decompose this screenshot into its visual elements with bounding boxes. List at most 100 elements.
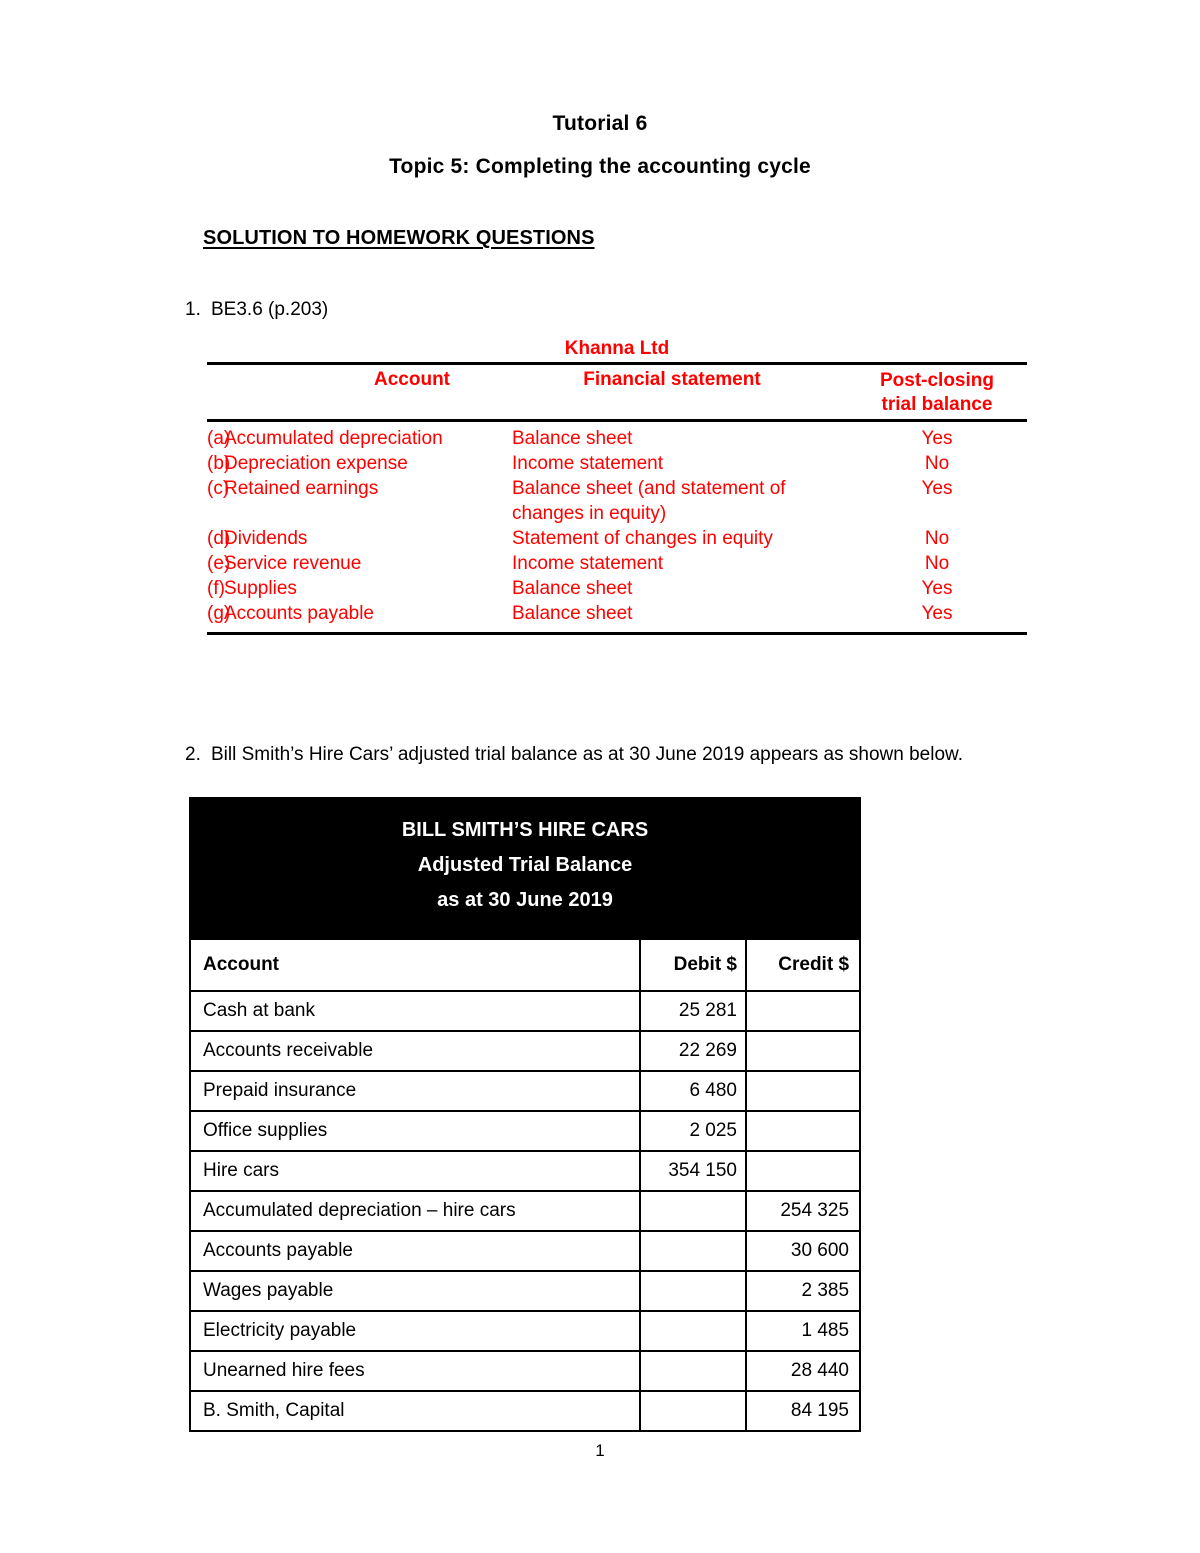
- row-account: Accumulated depreciation: [224, 428, 443, 449]
- question-2-text: Bill Smith’s Hire Cars’ adjusted trial b…: [211, 744, 963, 765]
- cell-credit: [744, 1110, 862, 1152]
- trial-balance-title-line-2: Adjusted Trial Balance: [417, 854, 633, 876]
- question-1-heading: 1. BE3.6 (p.203): [185, 299, 328, 321]
- cell-debit: 25 281: [639, 990, 747, 1032]
- cell-debit: [639, 1190, 747, 1232]
- cell-account: Prepaid insurance: [189, 1070, 641, 1112]
- question-1-number: 1.: [185, 299, 201, 320]
- row-financial-statement: Balance sheet: [512, 428, 633, 449]
- table-row: Office supplies 2 025: [189, 1110, 862, 1152]
- cell-account: B. Smith, Capital: [189, 1390, 641, 1432]
- table-row: Accounts receivable 22 269: [189, 1030, 862, 1072]
- cell-debit: [639, 1390, 747, 1432]
- table-row: Hire cars 354 150: [189, 1150, 862, 1192]
- cell-account: Cash at bank: [189, 990, 641, 1032]
- header-post-closing-trial-balance: Post-closing trial balance: [847, 369, 1027, 417]
- column-header-credit: Credit $: [744, 938, 862, 992]
- cell-debit: 6 480: [639, 1070, 747, 1112]
- cell-account: Electricity payable: [189, 1310, 641, 1352]
- row-financial-statement: Balance sheet: [512, 578, 633, 599]
- row-post-closing: No: [924, 453, 950, 474]
- document-subtitle: Topic 5: Completing the accounting cycle: [389, 155, 811, 178]
- table-row: Cash at bank 25 281: [189, 990, 862, 1032]
- table-rule-bottom: [207, 632, 1027, 635]
- row-account: Service revenue: [224, 553, 362, 574]
- header-post-closing-line-2: trial balance: [881, 394, 993, 415]
- khanna-table-body: (a) Accumulated depreciation Balance she…: [207, 422, 1027, 624]
- trial-balance-title-line-3: as at 30 June 2019: [437, 889, 613, 911]
- row-post-closing: Yes: [921, 603, 953, 624]
- cell-account: Accounts receivable: [189, 1030, 641, 1072]
- document-page: Tutorial 6 Topic 5: Completing the accou…: [0, 0, 1200, 1553]
- row-financial-statement: Balance sheet (and statement of: [512, 478, 786, 499]
- table-row: Prepaid insurance 6 480: [189, 1070, 862, 1112]
- table-row: (a) Accumulated depreciation Balance she…: [207, 428, 1027, 453]
- cell-credit: 28 440: [744, 1350, 862, 1392]
- table-row: (g) Accounts payable Balance sheet Yes: [207, 603, 1027, 628]
- row-account: Dividends: [224, 528, 308, 549]
- cell-debit: [639, 1270, 747, 1312]
- row-financial-statement: Income statement: [512, 553, 664, 574]
- table-row: (c) Retained earnings Balance sheet (and…: [207, 478, 1027, 503]
- table-row: Accumulated depreciation – hire cars 254…: [189, 1190, 862, 1232]
- cell-debit: [639, 1350, 747, 1392]
- question-2-number: 2.: [185, 744, 201, 765]
- khanna-table-caption: Khanna Ltd: [564, 338, 670, 359]
- cell-credit: 84 195: [744, 1390, 862, 1432]
- row-financial-statement-continued: changes in equity): [512, 503, 667, 524]
- row-account: Retained earnings: [224, 478, 379, 499]
- header-financial-statement: Financial statement: [583, 369, 761, 390]
- cell-credit: 2 385: [744, 1270, 862, 1312]
- row-account: Supplies: [224, 578, 297, 599]
- cell-debit: [639, 1230, 747, 1272]
- table-row: B. Smith, Capital 84 195: [189, 1390, 862, 1432]
- row-account: Accounts payable: [224, 603, 374, 624]
- table-row: (f) Supplies Balance sheet Yes: [207, 578, 1027, 603]
- table-row: (d) Dividends Statement of changes in eq…: [207, 528, 1027, 553]
- trial-balance-title-block: BILL SMITH’S HIRE CARS Adjusted Trial Ba…: [188, 797, 862, 940]
- trial-balance-header-row: Account Debit $ Credit $: [189, 938, 862, 992]
- column-header-account: Account: [189, 938, 641, 992]
- row-account: Depreciation expense: [224, 453, 408, 474]
- section-heading: SOLUTION TO HOMEWORK QUESTIONS: [203, 227, 595, 249]
- cell-debit: 354 150: [639, 1150, 747, 1192]
- cell-debit: 22 269: [639, 1030, 747, 1072]
- row-financial-statement: Balance sheet: [512, 603, 633, 624]
- row-financial-statement: Statement of changes in equity: [512, 528, 773, 549]
- header-account: Account: [374, 369, 450, 390]
- cell-credit: [744, 1150, 862, 1192]
- adjusted-trial-balance-table: BILL SMITH’S HIRE CARS Adjusted Trial Ba…: [188, 797, 862, 1432]
- khanna-ltd-table: Khanna Ltd Account Financial statement P…: [207, 338, 1027, 624]
- cell-credit: [744, 990, 862, 1032]
- cell-credit: [744, 1030, 862, 1072]
- trial-balance-title-line-1: BILL SMITH’S HIRE CARS: [401, 819, 649, 841]
- row-financial-statement: Income statement: [512, 453, 664, 474]
- table-row: (b) Depreciation expense Income statemen…: [207, 453, 1027, 478]
- table-row: (e) Service revenue Income statement No: [207, 553, 1027, 578]
- document-title: Tutorial 6: [552, 112, 648, 135]
- row-post-closing: No: [924, 528, 950, 549]
- table-row: Electricity payable 1 485: [189, 1310, 862, 1352]
- cell-account: Accounts payable: [189, 1230, 641, 1272]
- cell-debit: [639, 1310, 747, 1352]
- table-row: Accounts payable 30 600: [189, 1230, 862, 1272]
- table-row: Unearned hire fees 28 440: [189, 1350, 862, 1392]
- cell-credit: 1 485: [744, 1310, 862, 1352]
- cell-credit: [744, 1070, 862, 1112]
- question-2-heading: 2. Bill Smith’s Hire Cars’ adjusted trial…: [185, 744, 963, 766]
- column-header-debit: Debit $: [639, 938, 747, 992]
- row-post-closing: No: [924, 553, 950, 574]
- cell-account: Wages payable: [189, 1270, 641, 1312]
- row-post-closing: Yes: [921, 478, 953, 499]
- cell-debit: 2 025: [639, 1110, 747, 1152]
- header-post-closing-line-1: Post-closing: [879, 370, 994, 391]
- page-number: 1: [595, 1441, 605, 1460]
- cell-credit: 254 325: [744, 1190, 862, 1232]
- cell-account: Office supplies: [189, 1110, 641, 1152]
- table-row: Wages payable 2 385: [189, 1270, 862, 1312]
- row-post-closing: Yes: [921, 578, 953, 599]
- cell-credit: 30 600: [744, 1230, 862, 1272]
- cell-account: Hire cars: [189, 1150, 641, 1192]
- question-1-text: BE3.6 (p.203): [211, 299, 329, 320]
- cell-account: Unearned hire fees: [189, 1350, 641, 1392]
